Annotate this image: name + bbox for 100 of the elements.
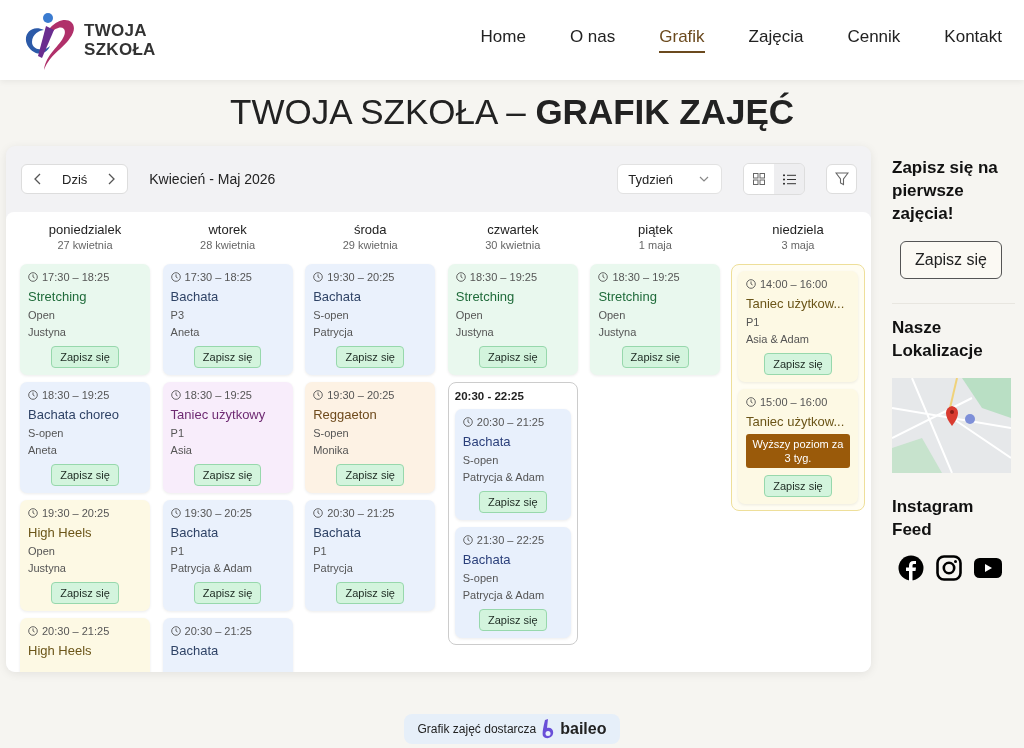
class-title: Bachata bbox=[170, 642, 220, 659]
sign-up-button[interactable]: Zapisz się bbox=[900, 241, 1002, 279]
instructor-name: Justyna bbox=[455, 325, 495, 339]
class-level: P1 bbox=[745, 315, 761, 329]
class-title: Taniec użytkow... bbox=[745, 413, 846, 430]
grid-view-button[interactable] bbox=[744, 164, 774, 194]
sign-up-button[interactable]: Zapisz się bbox=[764, 475, 832, 497]
list-view-button[interactable] bbox=[774, 164, 804, 194]
date-range-label: Kwiecień - Maj 2026 bbox=[149, 171, 276, 187]
clock-icon bbox=[745, 279, 756, 289]
nav-link[interactable]: Home bbox=[480, 27, 526, 53]
class-level: P3 bbox=[170, 308, 186, 322]
clock-icon bbox=[745, 397, 756, 407]
instructor-name: Aneta bbox=[28, 443, 58, 457]
instructor-name: Monika bbox=[313, 443, 350, 457]
day-name: środa bbox=[353, 222, 387, 237]
class-title: High Heels bbox=[28, 524, 93, 541]
instructor-name: Patrycja & Adam bbox=[462, 588, 546, 602]
class-title: Reggaeton bbox=[313, 406, 378, 423]
class-time: 19:30 – 20:25 bbox=[327, 389, 395, 401]
instructor-name: Justyna bbox=[28, 325, 67, 339]
instructor-name: Asia & Adam bbox=[745, 332, 810, 346]
page-title: TWOJA SZKOŁA – GRAFIK ZAJĘĆ bbox=[230, 92, 794, 132]
provider-badge[interactable]: Grafik zajęć dostarcza baileo bbox=[403, 714, 621, 744]
clock-icon bbox=[598, 272, 609, 282]
class-title: Stretching bbox=[598, 288, 658, 305]
filter-button[interactable] bbox=[826, 164, 857, 194]
class-time: 21:30 – 22:25 bbox=[476, 534, 545, 546]
sign-up-button[interactable]: Zapisz się bbox=[336, 582, 404, 604]
day-name: niedziela bbox=[772, 222, 824, 237]
nav-link[interactable]: Kontakt bbox=[944, 27, 1002, 53]
class-level: S-open bbox=[313, 308, 350, 322]
sign-up-button[interactable]: Zapisz się bbox=[621, 346, 690, 368]
class-title: Stretching bbox=[455, 288, 516, 305]
filter-icon bbox=[834, 172, 849, 186]
nav-link[interactable]: Cennik bbox=[847, 27, 901, 53]
clock-icon bbox=[170, 626, 181, 636]
group-time: 20:30 - 22:25 bbox=[454, 389, 525, 402]
class-time: 18:30 – 19:25 bbox=[612, 271, 680, 283]
clock-icon bbox=[28, 390, 38, 400]
sign-up-button[interactable]: Zapisz się bbox=[336, 346, 404, 368]
view-select[interactable]: Tydzień bbox=[617, 164, 722, 194]
sign-up-button[interactable]: Zapisz się bbox=[193, 582, 262, 604]
class-title: Taniec użytkow... bbox=[745, 295, 846, 312]
clock-icon bbox=[170, 508, 181, 518]
nav-link[interactable]: Grafik bbox=[659, 27, 705, 53]
class-level: Open bbox=[455, 308, 484, 322]
class-level: Open bbox=[598, 308, 627, 322]
class-title: Bachata bbox=[462, 551, 512, 568]
clock-icon bbox=[462, 417, 473, 427]
sign-up-button[interactable]: Zapisz się bbox=[51, 346, 119, 368]
sign-up-button[interactable]: Zapisz się bbox=[193, 346, 262, 368]
sign-up-button[interactable]: Zapisz się bbox=[479, 491, 547, 513]
sidebar-heading: Nasze Lokalizacje bbox=[892, 303, 1015, 362]
class-time: 19:30 – 20:25 bbox=[327, 271, 395, 283]
class-time: 17:30 – 18:25 bbox=[42, 271, 110, 283]
clock-icon bbox=[28, 508, 38, 518]
day-name: wtorek bbox=[208, 222, 247, 237]
clock-icon bbox=[170, 390, 181, 400]
brand-logo-icon bbox=[542, 719, 555, 739]
class-level: S-open bbox=[462, 453, 500, 467]
day-name: czwartek bbox=[487, 222, 539, 237]
class-time: 20:30 – 21:25 bbox=[327, 507, 395, 519]
logo-text: TWOJA bbox=[84, 21, 148, 40]
sign-up-button[interactable]: Zapisz się bbox=[51, 464, 119, 486]
class-title: High Heels bbox=[28, 642, 93, 659]
facebook-icon[interactable] bbox=[898, 555, 924, 581]
class-title: Stretching bbox=[28, 288, 88, 305]
class-time: 14:00 – 16:00 bbox=[759, 278, 828, 290]
instructor-name: Justyna bbox=[28, 561, 67, 575]
class-time: 15:00 – 16:00 bbox=[759, 396, 828, 408]
map-drawing[interactable] bbox=[892, 378, 1011, 473]
sign-up-button[interactable]: Zapisz się bbox=[479, 609, 547, 631]
today-button[interactable]: Dziś bbox=[62, 171, 88, 187]
sign-up-button[interactable]: Zapisz się bbox=[764, 353, 832, 375]
class-time: 20:30 – 21:25 bbox=[42, 625, 110, 637]
chevron-left-icon[interactable] bbox=[34, 173, 42, 185]
class-level: P1 bbox=[170, 544, 186, 558]
chevron-right-icon[interactable] bbox=[107, 173, 116, 185]
sign-up-button[interactable]: Zapisz się bbox=[336, 464, 404, 486]
nav-link[interactable]: O nas bbox=[569, 27, 616, 53]
class-level: P1 bbox=[313, 544, 328, 558]
nav-link[interactable]: Zajęcia bbox=[748, 27, 804, 53]
class-title: Bachata bbox=[170, 524, 220, 541]
sign-up-button[interactable]: Zapisz się bbox=[51, 582, 119, 604]
class-time: 20:30 – 21:25 bbox=[476, 416, 545, 428]
sign-up-button[interactable]: Zapisz się bbox=[193, 464, 262, 486]
sign-up-button[interactable]: Zapisz się bbox=[479, 346, 547, 368]
day-date: 3 maja bbox=[781, 239, 815, 251]
clock-icon bbox=[28, 626, 38, 636]
class-title: Bachata bbox=[313, 288, 362, 305]
youtube-icon[interactable] bbox=[974, 558, 1002, 578]
class-title: Bachata choreo bbox=[28, 406, 121, 423]
instagram-icon[interactable] bbox=[936, 555, 962, 581]
brand-name: baileo bbox=[560, 720, 607, 738]
class-level: S-open bbox=[28, 426, 65, 440]
class-time: 17:30 – 18:25 bbox=[184, 271, 252, 283]
clock-icon bbox=[313, 508, 324, 518]
clock-icon bbox=[462, 535, 473, 545]
provider-text: Grafik zajęć dostarcza bbox=[417, 722, 537, 736]
